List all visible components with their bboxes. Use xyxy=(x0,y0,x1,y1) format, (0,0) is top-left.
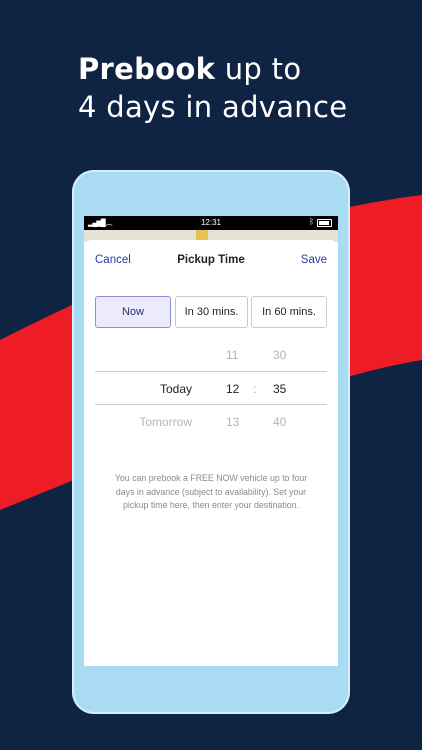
preset-30-button[interactable]: In 30 mins. xyxy=(175,296,248,328)
picker-day: Today xyxy=(159,382,192,396)
headline: Prebook up to 4 days in advance xyxy=(78,50,347,126)
picker-row[interactable]: 11 30 xyxy=(84,348,338,368)
picker-hour: 13 xyxy=(226,415,240,429)
phone-screen: ▂▄▆█ ︵ 12:31 ᛒ Cancel Pickup Time Save N… xyxy=(84,216,338,666)
picker-minute: 35 xyxy=(273,382,287,396)
battery-icon xyxy=(317,219,332,227)
save-button[interactable]: Save xyxy=(301,254,327,266)
headline-line1: up to xyxy=(215,52,302,86)
preset-now-button[interactable]: Now xyxy=(95,296,171,328)
prebook-info-text: You can prebook a FREE NOW vehicle up to… xyxy=(114,473,308,510)
time-picker[interactable]: 11 30 Today 12 : 35 Tomorrow 13 40 xyxy=(84,340,338,440)
bluetooth-icon: ᛒ xyxy=(309,217,314,226)
picker-separator: : xyxy=(253,382,257,396)
picker-row-selected[interactable]: Today 12 : 35 xyxy=(84,382,338,402)
pickup-time-sheet: Cancel Pickup Time Save Now In 30 mins. … xyxy=(84,240,338,666)
picker-row[interactable]: Tomorrow 13 40 xyxy=(84,415,338,435)
status-time: 12:31 xyxy=(200,218,222,227)
headline-bold: Prebook xyxy=(78,52,216,86)
picker-minute: 40 xyxy=(273,415,287,429)
sheet-header: Cancel Pickup Time Save xyxy=(84,240,338,280)
picker-selection-bottom xyxy=(95,404,327,405)
picker-hour: 12 xyxy=(226,382,240,396)
status-bar: ▂▄▆█ ︵ 12:31 ᛒ xyxy=(84,216,338,230)
headline-line2: 4 days in advance xyxy=(78,90,348,124)
picker-minute: 30 xyxy=(273,348,287,362)
time-preset-group: Now In 30 mins. In 60 mins. xyxy=(95,296,327,328)
preset-60-button[interactable]: In 60 mins. xyxy=(251,296,327,328)
picker-day: Tomorrow xyxy=(139,415,192,429)
picker-selection-top xyxy=(95,371,327,372)
picker-hour: 11 xyxy=(226,348,239,362)
